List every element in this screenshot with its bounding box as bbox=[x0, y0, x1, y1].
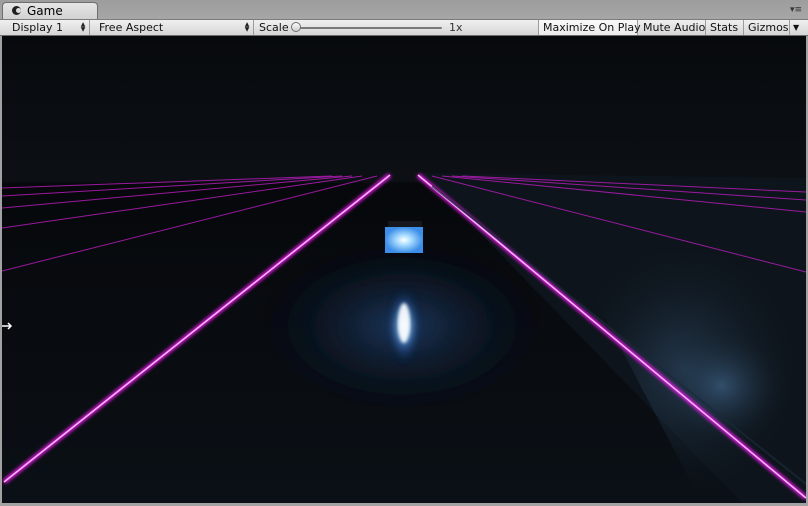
display-dropdown-label: Display 1 bbox=[12, 21, 64, 34]
updown-arrows-icon: ▲ ▼ bbox=[80, 21, 86, 33]
chevron-down-icon: ▼ bbox=[793, 23, 800, 32]
player-cube bbox=[385, 227, 423, 253]
tab-game[interactable]: Game bbox=[2, 2, 98, 19]
maximize-on-play-toggle[interactable]: Maximize On Play bbox=[538, 20, 641, 35]
display-dropdown[interactable]: Display 1 ▲ ▼ bbox=[6, 20, 90, 35]
scale-label: Scale bbox=[259, 21, 289, 34]
unity-logo-icon bbox=[12, 6, 21, 15]
aspect-dropdown[interactable]: Free Aspect ▲ ▼ bbox=[94, 20, 254, 35]
mute-audio-toggle[interactable]: Mute Audio bbox=[638, 20, 706, 35]
game-view[interactable] bbox=[2, 36, 806, 503]
updown-arrows-icon: ▲ ▼ bbox=[244, 21, 250, 33]
resize-cursor-icon bbox=[2, 322, 13, 330]
game-scene bbox=[2, 36, 806, 503]
gizmos-dropdown[interactable]: ▼ bbox=[790, 20, 804, 35]
tab-game-label: Game bbox=[27, 4, 63, 18]
stats-label: Stats bbox=[710, 21, 739, 34]
scale-value: 1x bbox=[449, 21, 463, 34]
scale-slider-track[interactable] bbox=[296, 27, 442, 29]
gizmos-label: Gizmos bbox=[748, 21, 789, 34]
panel-menu-icon[interactable]: ▾≡ bbox=[790, 5, 802, 15]
game-toolbar: Display 1 ▲ ▼ Free Aspect ▲ ▼ Scale 1x Max… bbox=[0, 19, 808, 36]
scale-slider-thumb[interactable] bbox=[291, 22, 301, 32]
tab-strip: Game ▾≡ bbox=[0, 0, 808, 19]
stats-toggle[interactable]: Stats bbox=[706, 20, 744, 35]
gizmos-toggle[interactable]: Gizmos bbox=[744, 20, 790, 35]
aspect-dropdown-label: Free Aspect bbox=[99, 21, 164, 34]
mute-audio-label: Mute Audio bbox=[643, 21, 706, 34]
maximize-on-play-label: Maximize On Play bbox=[543, 21, 641, 34]
